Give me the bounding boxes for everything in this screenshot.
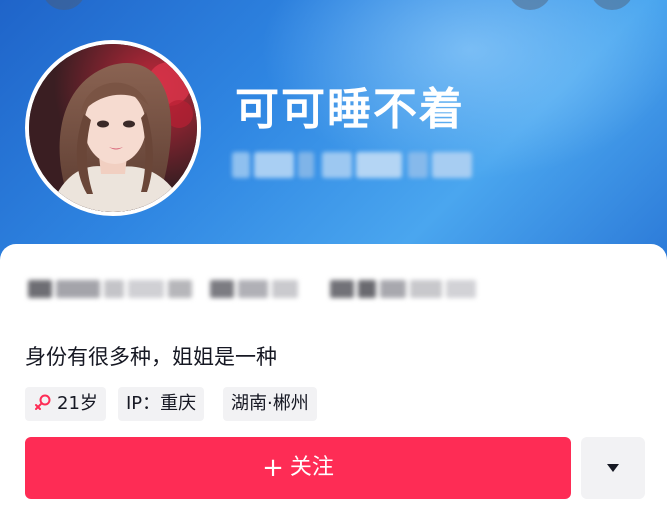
username: 可可睡不着 — [235, 84, 465, 135]
back-button[interactable] — [42, 0, 86, 10]
age-label: 21岁 — [57, 393, 98, 414]
more-options-button[interactable] — [581, 437, 645, 499]
ip-tag: IP：重庆 — [118, 387, 205, 421]
user-id-redacted — [232, 152, 472, 178]
stat-likes-redacted[interactable] — [330, 272, 480, 306]
follow-label: 关注 — [289, 455, 334, 480]
avatar[interactable] — [25, 40, 201, 216]
profile-header-background: 可可睡不着 — [0, 0, 667, 262]
caret-down-icon — [607, 464, 619, 472]
plus-icon: + — [262, 453, 284, 483]
location-label: 湖南·郴州 — [231, 393, 309, 414]
stat-followers-redacted[interactable] — [210, 272, 302, 306]
stat-following-redacted[interactable] — [28, 272, 198, 306]
ip-label: IP：重庆 — [126, 393, 197, 414]
bio-text: 身份有很多种，姐姐是一种 — [25, 345, 277, 369]
location-tag: 湖南·郴州 — [223, 387, 317, 421]
follow-button[interactable]: + 关注 — [25, 437, 571, 499]
avatar-photo — [29, 44, 197, 212]
female-icon — [35, 394, 51, 410]
age-tag: 21岁 — [25, 387, 106, 421]
